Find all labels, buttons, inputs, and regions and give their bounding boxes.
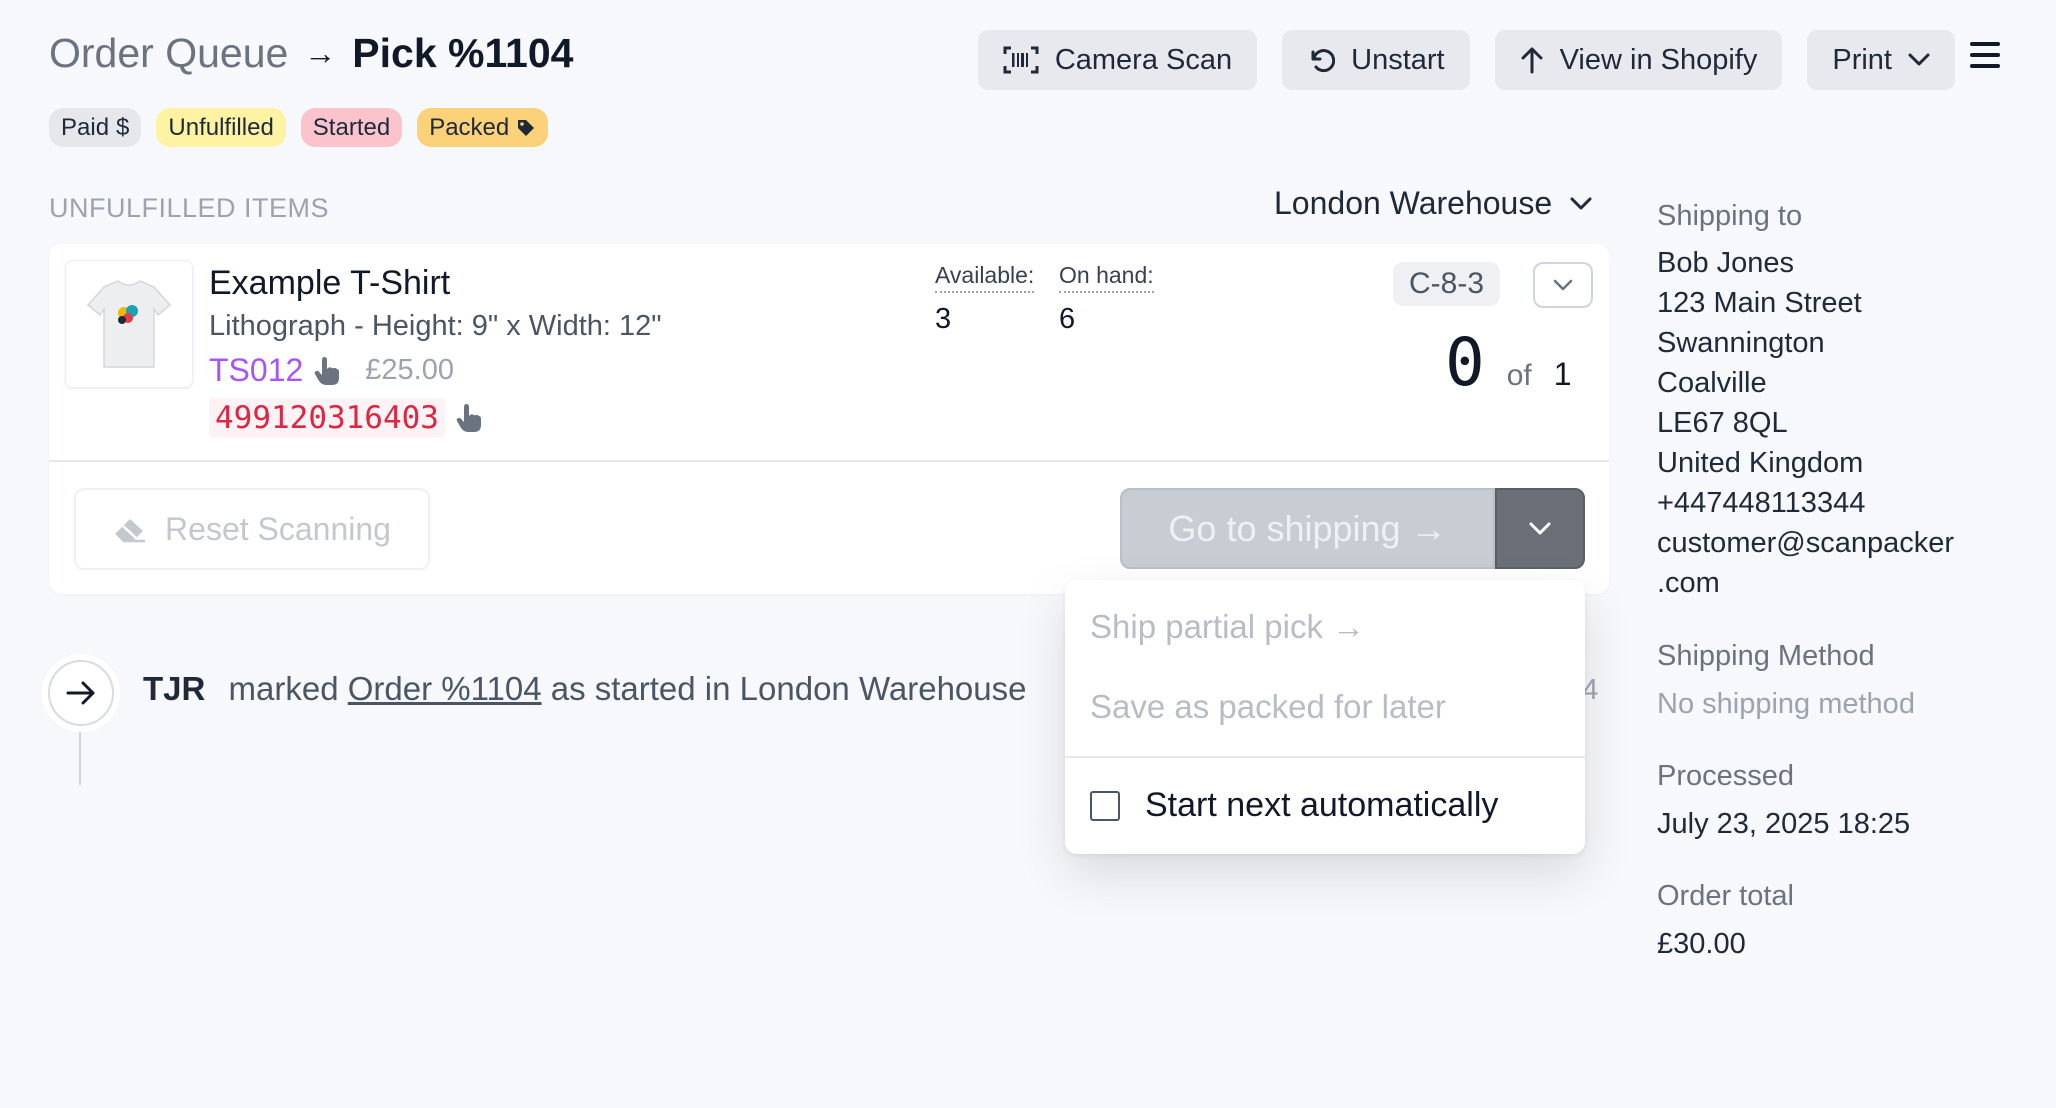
breadcrumb-order-queue-link[interactable]: Order Queue	[49, 30, 288, 77]
reset-scanning-button[interactable]: Reset Scanning	[74, 488, 430, 570]
camera-scan-button[interactable]: Camera Scan	[977, 30, 1258, 90]
onhand-value: 6	[1059, 303, 1076, 335]
ship-partial-pick-item[interactable]: Ship partial pick →	[1090, 608, 1365, 646]
event-order-link[interactable]: Order %1104	[348, 670, 542, 707]
bin-dropdown-button[interactable]	[1533, 262, 1593, 308]
badge-label: Unfulfilled	[168, 114, 274, 141]
timeline-line	[79, 731, 81, 785]
order-item-card: Example T-Shirt Lithograph - Height: 9" …	[49, 244, 1609, 594]
address-line: Swannington	[1657, 327, 1825, 359]
status-badge-unfulfilled: Unfulfilled	[156, 108, 286, 147]
address-line: 123 Main Street	[1657, 287, 1862, 319]
unstart-label: Unstart	[1351, 43, 1445, 76]
address-line: Bob Jones	[1657, 247, 1795, 279]
scan-count: 0 of 1	[1445, 324, 1572, 401]
timeline-arrow-icon	[48, 660, 114, 726]
event-user: TJR	[143, 670, 206, 707]
processed-label: Processed	[1657, 760, 1795, 792]
barcode-row: 499120316403	[209, 398, 483, 438]
status-badges: Paid $ Unfulfilled Started Packed	[49, 108, 549, 147]
barcode-scan-icon	[1003, 46, 1039, 74]
order-sidebar: Shipping to Bob Jones 123 Main Street Sw…	[1657, 0, 2037, 1108]
camera-scan-label: Camera Scan	[1054, 43, 1233, 76]
tag-icon	[518, 119, 535, 136]
event-text-before: marked	[228, 670, 339, 707]
warehouse-label: London Warehouse	[1274, 185, 1553, 221]
timeline-event: TJR marked Order %1104 as started in Lon…	[143, 670, 1026, 708]
product-image	[65, 260, 193, 388]
card-divider	[49, 460, 1609, 462]
scanned-count: 0	[1445, 324, 1485, 401]
hand-pointer-icon[interactable]	[455, 403, 483, 433]
hand-pointer-icon[interactable]	[313, 356, 341, 386]
order-total-value: £30.00	[1657, 928, 1746, 960]
chevron-down-icon	[1570, 197, 1592, 209]
status-badge-started: Started	[300, 108, 403, 147]
sku-row: TS012 £25.00	[209, 352, 454, 389]
shipping-to-label: Shipping to	[1657, 200, 1803, 232]
page-title: Pick %1104	[352, 30, 574, 76]
chevron-down-icon	[1553, 279, 1573, 291]
barcode-text: 499120316403	[209, 398, 445, 438]
go-to-shipping-label: Go to shipping →	[1168, 507, 1447, 549]
address-line: LE67 8QL	[1657, 407, 1788, 439]
menu-divider	[1065, 756, 1585, 758]
save-packed-later-item[interactable]: Save as packed for later	[1090, 688, 1446, 726]
eraser-icon	[115, 519, 146, 543]
status-badge-paid: Paid $	[49, 108, 142, 147]
arrow-up-icon	[1521, 47, 1543, 74]
email-line: .com	[1657, 567, 1720, 599]
unstart-button[interactable]: Unstart	[1282, 30, 1470, 90]
section-title: UNFULFILLED ITEMS	[49, 193, 330, 223]
chevron-down-icon	[1529, 522, 1551, 534]
count-of-label: of	[1506, 359, 1532, 392]
badge-label: Paid	[61, 114, 110, 141]
phone-line: +447448113344	[1657, 487, 1866, 519]
dollar-icon: $	[116, 114, 130, 141]
available-label: Available:	[935, 262, 1035, 293]
total-count: 1	[1553, 356, 1572, 392]
badge-label: Packed	[429, 114, 510, 141]
processed-value: July 23, 2025 18:25	[1657, 808, 1911, 840]
start-next-checkbox[interactable]	[1090, 791, 1120, 821]
shipping-options-toggle[interactable]	[1495, 488, 1585, 569]
onhand-stock: On hand: 6	[1059, 262, 1154, 336]
go-to-shipping-button[interactable]: Go to shipping →	[1120, 488, 1495, 569]
address-line: United Kingdom	[1657, 447, 1864, 479]
event-text-after: as started in London Warehouse	[550, 670, 1027, 707]
breadcrumb: Order Queue → Pick %1104	[49, 30, 573, 77]
product-variant: Lithograph - Height: 9" x Width: 12"	[209, 310, 662, 342]
warehouse-select[interactable]: London Warehouse	[1274, 185, 1592, 222]
status-badge-packed: Packed	[417, 108, 549, 147]
start-next-label[interactable]: Start next automatically	[1145, 786, 1498, 825]
undo-icon	[1311, 49, 1336, 73]
available-value: 3	[935, 303, 952, 335]
product-name: Example T-Shirt	[209, 264, 451, 302]
email-line: customer@scanpacker	[1657, 527, 1954, 559]
shipping-options-menu: Ship partial pick → Save as packed for l…	[1065, 580, 1585, 854]
bin-location: C-8-3	[1393, 262, 1501, 306]
address-line: Coalville	[1657, 367, 1767, 399]
badge-label: Started	[312, 114, 391, 141]
breadcrumb-arrow-icon: →	[304, 35, 337, 71]
sku-text: TS012	[209, 352, 304, 388]
order-total-label: Order total	[1657, 880, 1794, 912]
reset-scanning-label: Reset Scanning	[165, 510, 391, 547]
shipping-method-label: Shipping Method	[1657, 640, 1875, 672]
available-stock: Available: 3	[935, 262, 1035, 336]
product-price: £25.00	[365, 354, 454, 386]
onhand-label: On hand:	[1059, 262, 1154, 293]
shipping-method-value: No shipping method	[1657, 688, 1915, 720]
